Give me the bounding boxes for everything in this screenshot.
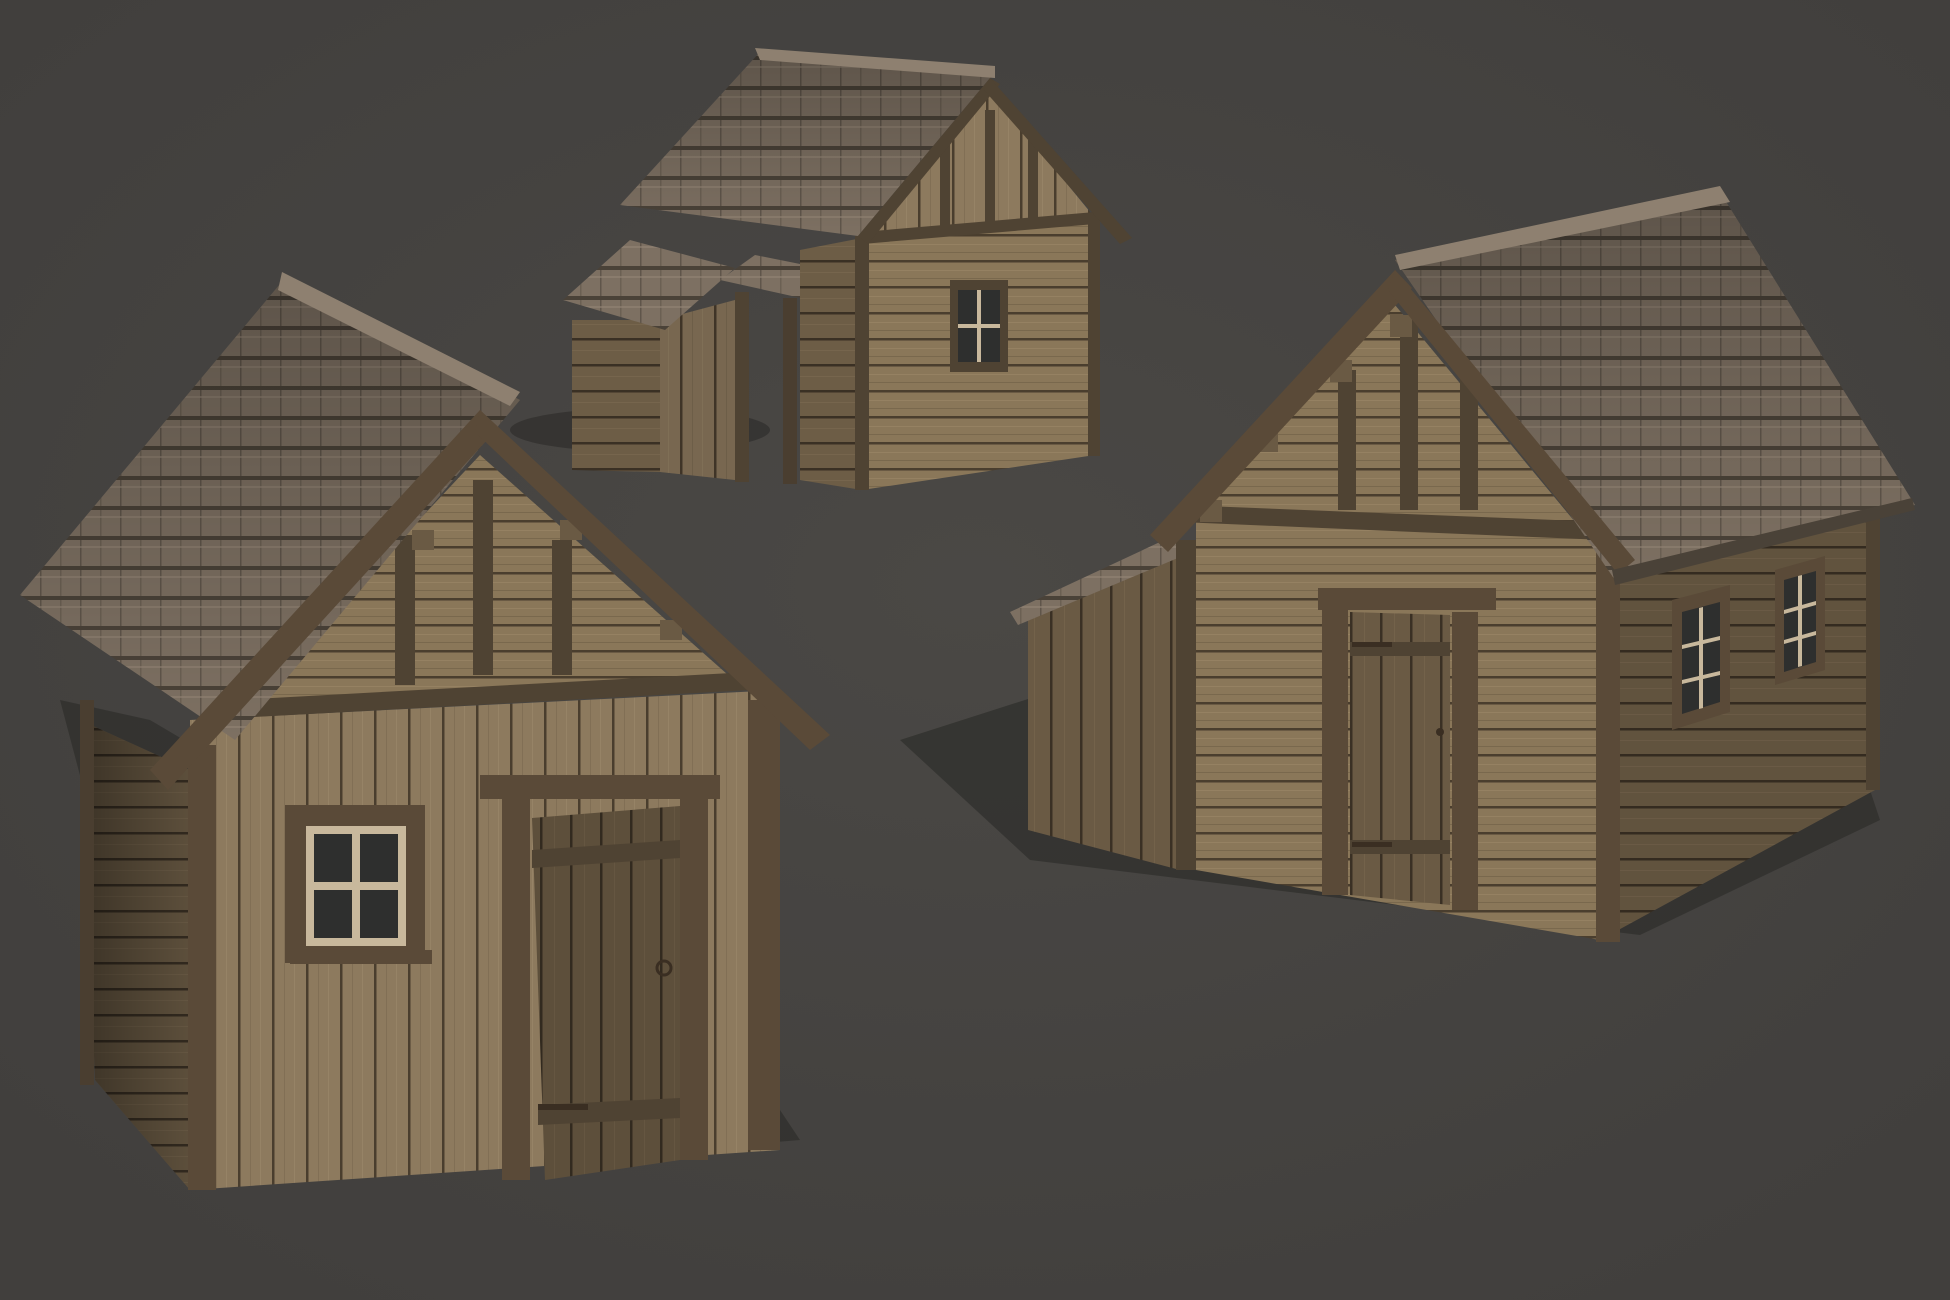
door-jamb xyxy=(680,795,708,1160)
corner-post xyxy=(1866,480,1880,790)
window-pane xyxy=(360,834,398,882)
gable-stud xyxy=(552,540,572,675)
beam-end xyxy=(1390,315,1412,337)
door-hinge xyxy=(538,1104,588,1110)
cabin-side-wall xyxy=(800,238,862,490)
corner-post xyxy=(855,236,869,490)
corner-post xyxy=(748,700,780,1150)
beam-end xyxy=(412,530,434,550)
render-canvas xyxy=(0,0,1950,1300)
porch-post xyxy=(783,298,797,484)
lean-to-post xyxy=(1176,540,1196,870)
window-muntin xyxy=(1699,607,1703,709)
lean-to-wall xyxy=(572,320,660,472)
window-pane xyxy=(314,890,352,938)
door-hinge xyxy=(1352,642,1392,647)
gable-stud xyxy=(985,110,995,225)
window-muntin xyxy=(1798,575,1802,667)
door-hinge xyxy=(1352,842,1392,847)
door-jamb xyxy=(1452,612,1478,910)
window-pane xyxy=(360,890,398,938)
door-handle[interactable] xyxy=(1436,728,1444,736)
window-pane xyxy=(314,834,352,882)
corner-post xyxy=(1596,540,1620,942)
gable-stud xyxy=(1400,320,1418,510)
porch-post xyxy=(735,292,749,482)
gable-stud xyxy=(1028,140,1038,222)
door-jamb xyxy=(502,795,530,1180)
corner-post xyxy=(1088,216,1100,456)
side-post xyxy=(80,700,94,1085)
door-jamb xyxy=(1322,605,1348,895)
gable-stud xyxy=(473,480,493,675)
gable-stud xyxy=(1338,370,1356,510)
gable-stud xyxy=(395,535,415,685)
window-sill xyxy=(290,950,432,964)
scene xyxy=(0,0,1950,1300)
lean-to-side-shade xyxy=(660,300,735,480)
corner-post xyxy=(188,745,216,1190)
window-muntin xyxy=(958,324,1000,328)
